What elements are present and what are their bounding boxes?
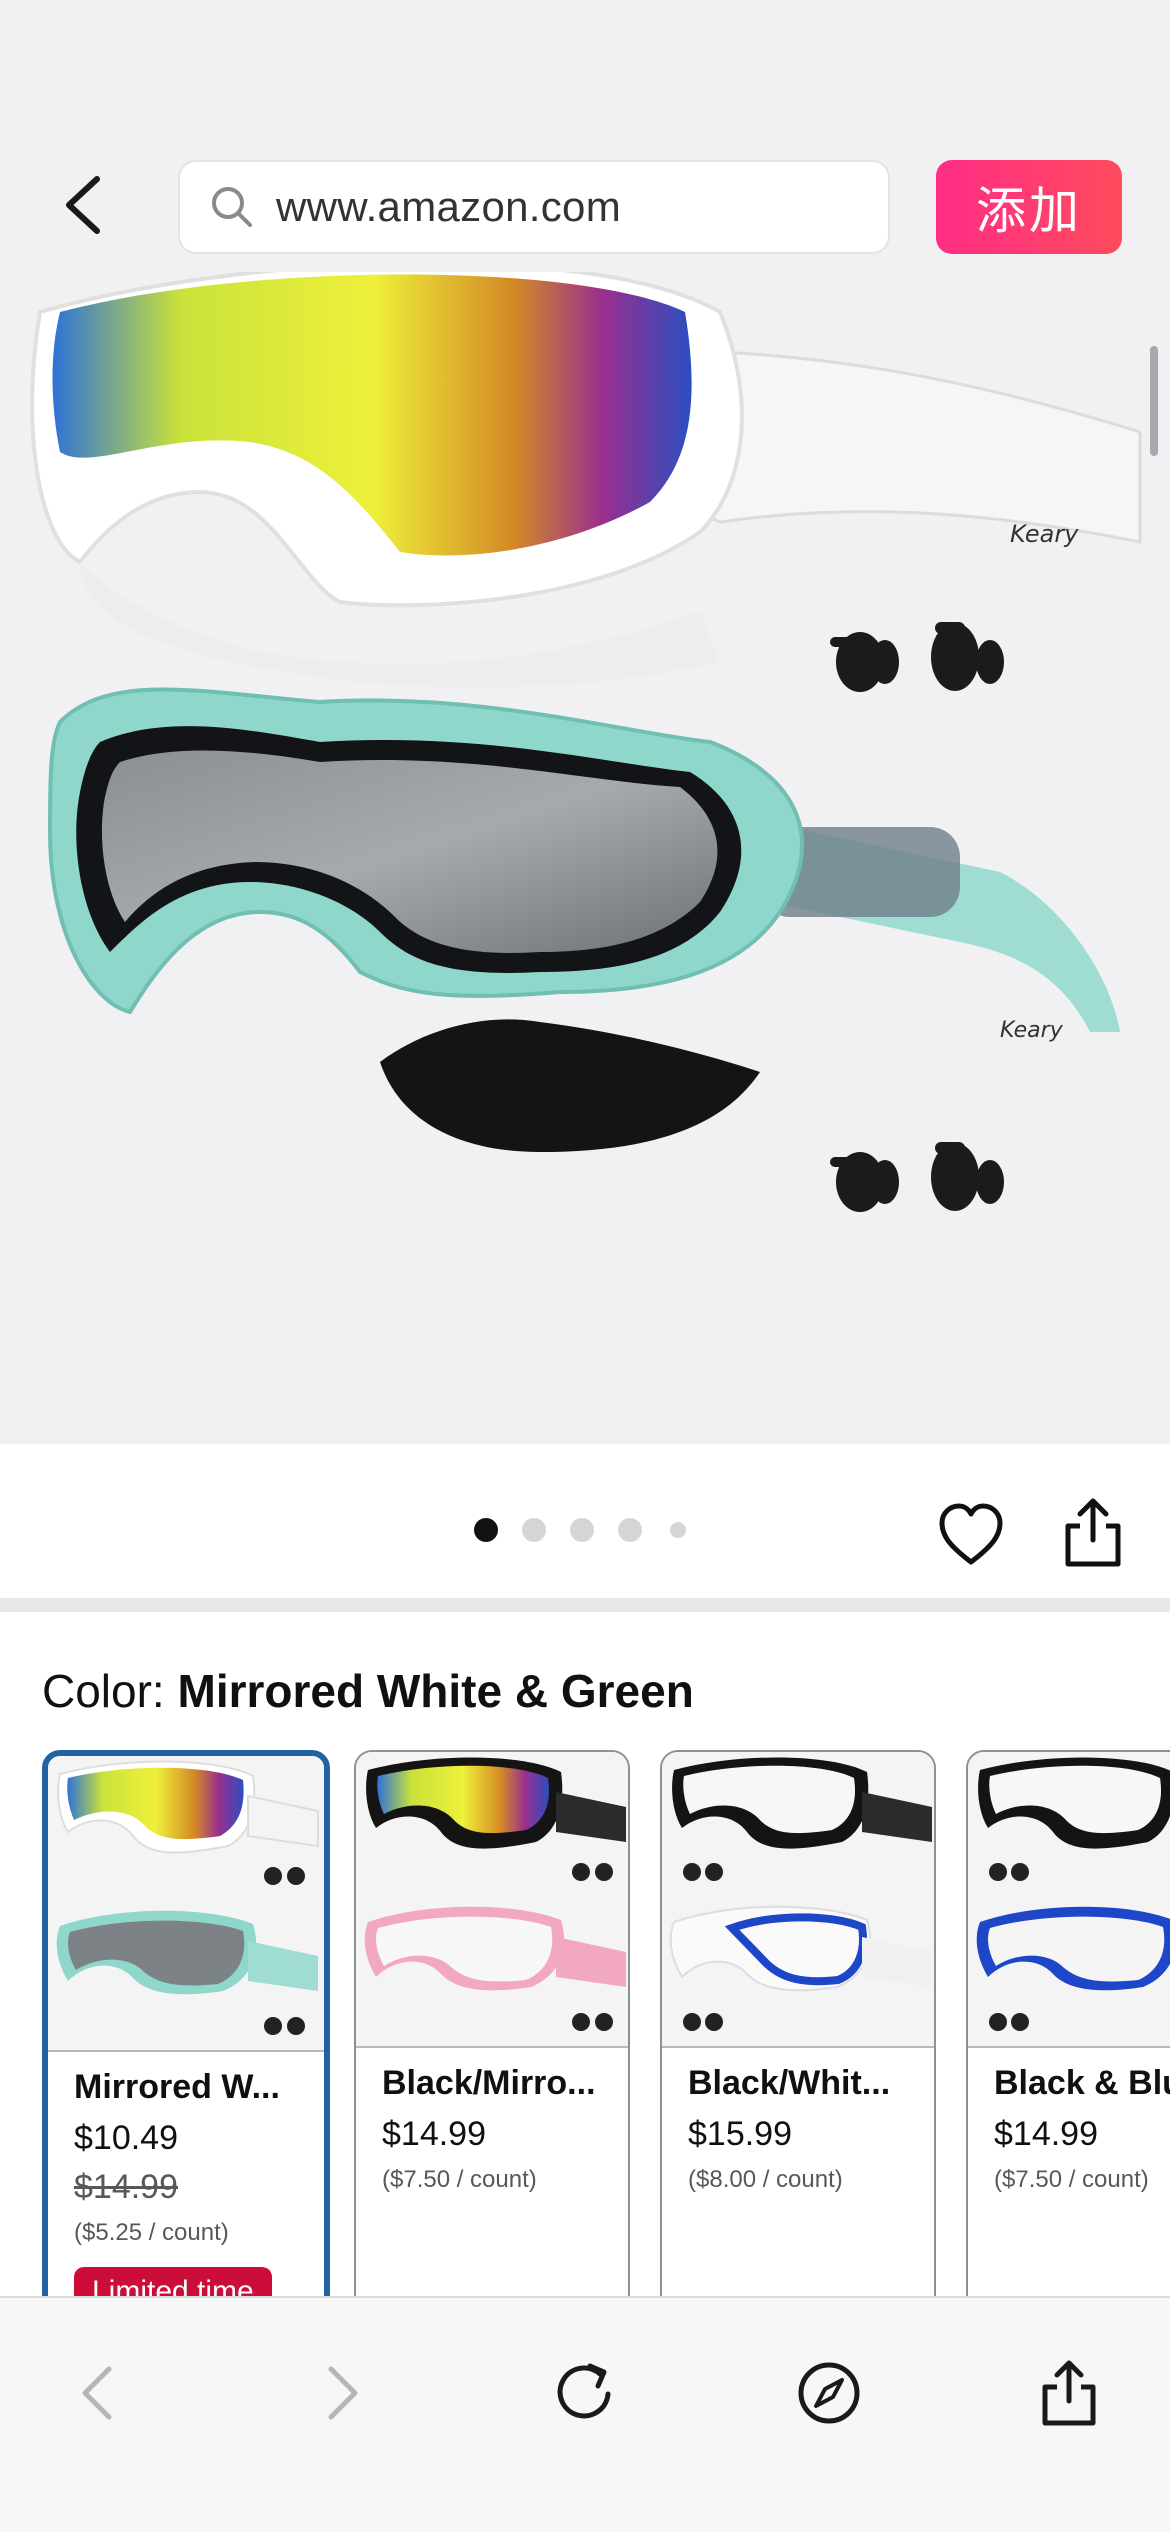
page-dot-4[interactable] <box>618 1518 642 1542</box>
option-price: $15.99 <box>688 2115 792 2153</box>
swatch-thumbnail <box>662 1752 934 2048</box>
toolbar-share-button[interactable] <box>1024 2348 1114 2438</box>
product-image-gallery[interactable]: Keary Keary <box>0 272 1170 1444</box>
color-option-black-white[interactable]: Black/Whit... $15.99 ($8.00 / count) <box>660 1750 936 2296</box>
section-divider <box>0 1598 1170 1612</box>
search-icon <box>212 187 252 227</box>
back-button[interactable] <box>48 170 118 240</box>
swatch-thumbnail <box>48 1756 324 2052</box>
option-unit-price: ($5.25 / count) <box>74 2219 229 2246</box>
svg-text:Keary: Keary <box>1000 1018 1064 1043</box>
swatch-image <box>976 1757 1170 2031</box>
compass-icon <box>798 2362 860 2424</box>
image-pagination[interactable] <box>474 1518 710 1542</box>
chevron-left-icon <box>66 176 100 234</box>
option-unit-price: ($8.00 / count) <box>688 2166 843 2193</box>
selected-color-name: Mirrored White & Green <box>177 1665 694 1717</box>
option-name: Black/Whit... <box>688 2064 891 2102</box>
option-unit-price: ($7.50 / count) <box>382 2166 537 2193</box>
swatch-image <box>364 1757 626 2031</box>
limited-time-badge: Limited time <box>74 2267 272 2296</box>
browser-top-bar: www.amazon.com 添加 <box>0 0 1170 272</box>
add-button[interactable]: 添加 <box>936 160 1122 254</box>
option-price: $14.99 <box>994 2115 1098 2153</box>
option-unit-price: ($7.50 / count) <box>994 2166 1149 2193</box>
url-text: www.amazon.com <box>276 183 621 230</box>
page-dot-1[interactable] <box>474 1518 498 1542</box>
share-icon <box>1042 2360 1096 2426</box>
option-price: $10.49 <box>74 2119 178 2157</box>
option-price: $14.99 <box>382 2115 486 2153</box>
product-image: Keary Keary <box>30 272 1142 1212</box>
swatch-thumbnail <box>356 1752 628 2048</box>
forward-icon <box>328 2366 358 2420</box>
color-option-black-blue[interactable]: Black & Blu $14.99 ($7.50 / count) <box>966 1750 1170 2296</box>
page-dot-3[interactable] <box>570 1518 594 1542</box>
wishlist-button[interactable] <box>936 1500 1006 1570</box>
browser-toolbar <box>0 2296 1170 2532</box>
color-option-mirrored-white-green[interactable]: Mirrored W... $10.49 $14.99 ($5.25 / cou… <box>42 1750 330 2296</box>
swatch-thumbnail <box>968 1752 1170 2048</box>
page-dot-2[interactable] <box>522 1518 546 1542</box>
gallery-controls <box>0 1444 1170 1598</box>
reload-icon <box>557 2363 611 2419</box>
color-label: Color: <box>42 1665 165 1717</box>
option-name: Black & Blu <box>994 2064 1170 2102</box>
svg-text:Keary: Keary <box>1010 520 1079 548</box>
back-nav-button[interactable] <box>52 2348 142 2438</box>
page-dot-5[interactable] <box>670 1522 686 1538</box>
swatch-image <box>669 1757 932 2031</box>
address-bar[interactable]: www.amazon.com <box>178 160 890 254</box>
forward-nav-button[interactable] <box>298 2348 388 2438</box>
scroll-indicator[interactable] <box>1150 346 1158 456</box>
share-icon <box>1065 1498 1121 1567</box>
color-selector: Color: Mirrored White & Green Mirrored W… <box>0 1612 1170 2296</box>
swatch-image <box>56 1760 319 2035</box>
option-list-price: $14.99 <box>74 2168 178 2206</box>
color-option-black-mirrored[interactable]: Black/Mirro... $14.99 ($7.50 / count) <box>354 1750 630 2296</box>
heart-icon <box>939 1503 1003 1565</box>
option-name: Black/Mirro... <box>382 2064 596 2102</box>
reload-button[interactable] <box>540 2348 630 2438</box>
explore-button[interactable] <box>784 2348 874 2438</box>
color-heading: Color: Mirrored White & Green <box>42 1664 694 1718</box>
back-icon <box>82 2366 112 2420</box>
share-button[interactable] <box>1060 1494 1126 1570</box>
option-name: Mirrored W... <box>74 2068 280 2106</box>
